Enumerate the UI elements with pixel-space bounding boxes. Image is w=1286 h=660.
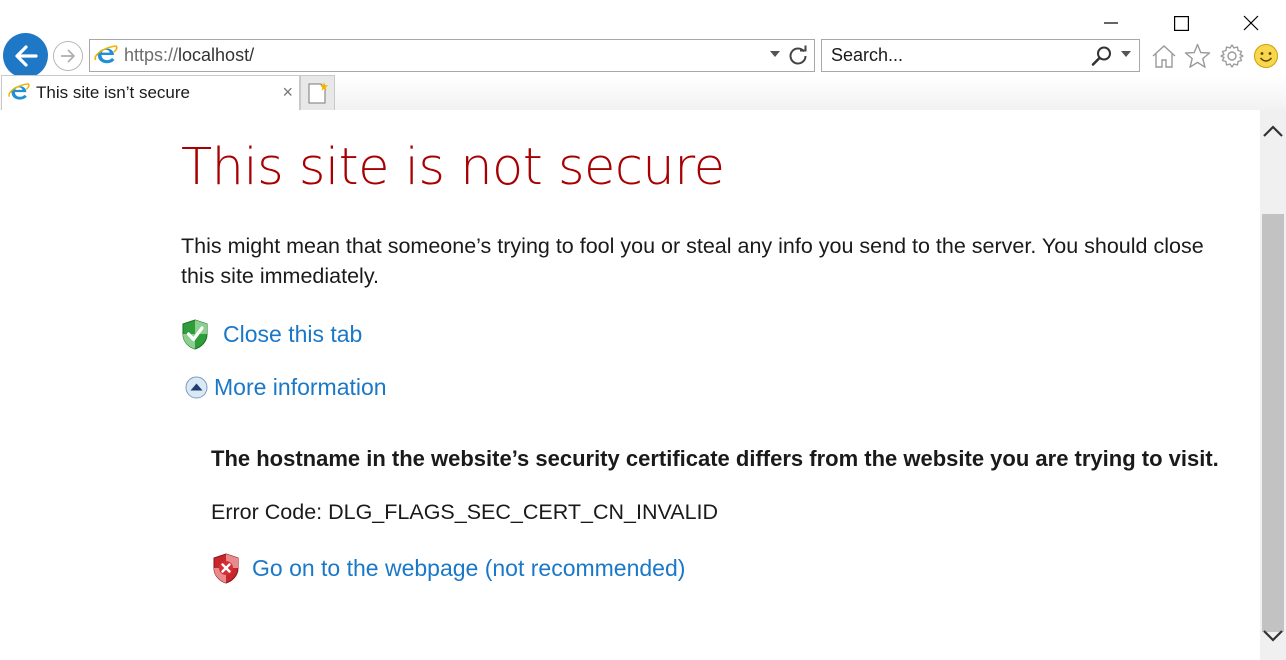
- scroll-up-button[interactable]: [1260, 120, 1286, 142]
- vertical-scrollbar[interactable]: [1260, 110, 1286, 660]
- shield-error-icon: [213, 553, 239, 584]
- close-window-icon: [1243, 15, 1259, 31]
- error-page-content: This site is not secure This might mean …: [181, 136, 1221, 584]
- settings-button[interactable]: [1218, 41, 1245, 71]
- close-tab-link[interactable]: Close this tab: [223, 321, 362, 348]
- feedback-button[interactable]: [1252, 41, 1279, 71]
- home-icon: [1152, 45, 1175, 68]
- close-window-button[interactable]: [1216, 8, 1286, 38]
- tab-close-icon[interactable]: ×: [282, 82, 293, 103]
- more-info-row[interactable]: More information: [185, 374, 1221, 401]
- go-on-link[interactable]: Go on to the webpage (not recommended): [252, 555, 685, 582]
- maximize-button[interactable]: [1146, 8, 1216, 38]
- new-tab-button[interactable]: [300, 75, 335, 110]
- scroll-down-button[interactable]: [1260, 625, 1286, 647]
- search-box[interactable]: Search...: [821, 39, 1140, 72]
- ie-logo-icon: [8, 83, 30, 100]
- warning-description: This might mean that someone’s trying to…: [181, 234, 1204, 288]
- window-controls: [1076, 8, 1286, 38]
- new-tab-icon: [308, 82, 328, 104]
- url-host: localhost/: [178, 45, 255, 65]
- back-button[interactable]: [3, 33, 48, 78]
- refresh-icon[interactable]: [786, 44, 810, 68]
- url-protocol: https://: [124, 45, 179, 65]
- page-title: This site is not secure: [181, 138, 725, 197]
- close-tab-row[interactable]: Close this tab: [181, 319, 1221, 350]
- shield-check-icon: [182, 319, 208, 350]
- ie-logo-icon: [94, 44, 118, 63]
- favorites-star-icon: [1184, 43, 1211, 68]
- address-url: https://localhost/: [124, 45, 254, 66]
- hostname-mismatch-message: The hostname in the website’s security c…: [211, 446, 1219, 471]
- dropdown-arrow-icon[interactable]: [770, 50, 780, 58]
- error-code: Error Code: DLG_FLAGS_SEC_CERT_CN_INVALI…: [211, 500, 719, 524]
- forward-button[interactable]: [53, 41, 83, 71]
- settings-gear-icon: [1219, 44, 1244, 68]
- tab-active[interactable]: This site isn’t secure ×: [1, 75, 300, 110]
- maximize-icon: [1173, 15, 1189, 31]
- toolbar-icons: [1150, 41, 1279, 71]
- more-information-link[interactable]: More information: [214, 374, 387, 401]
- search-input[interactable]: Search...: [831, 45, 903, 66]
- expand-up-icon: [185, 376, 208, 399]
- tab-title: This site isn’t secure: [36, 83, 190, 102]
- favorites-button[interactable]: [1184, 41, 1211, 71]
- scrollbar-thumb[interactable]: [1262, 214, 1284, 632]
- go-on-row[interactable]: Go on to the webpage (not recommended): [212, 553, 1221, 584]
- address-bar[interactable]: https://localhost/: [89, 39, 815, 72]
- forward-arrow-icon: [61, 49, 75, 63]
- back-arrow-icon: [14, 44, 38, 67]
- feedback-smiley-icon: [1253, 44, 1278, 68]
- search-icon[interactable]: [1091, 45, 1113, 67]
- scroll-up-icon: [1263, 125, 1283, 137]
- scroll-down-icon: [1263, 630, 1283, 642]
- home-button[interactable]: [1150, 41, 1177, 71]
- dropdown-arrow-icon[interactable]: [1121, 50, 1131, 58]
- minimize-icon: [1104, 22, 1118, 24]
- minimize-button[interactable]: [1076, 8, 1146, 38]
